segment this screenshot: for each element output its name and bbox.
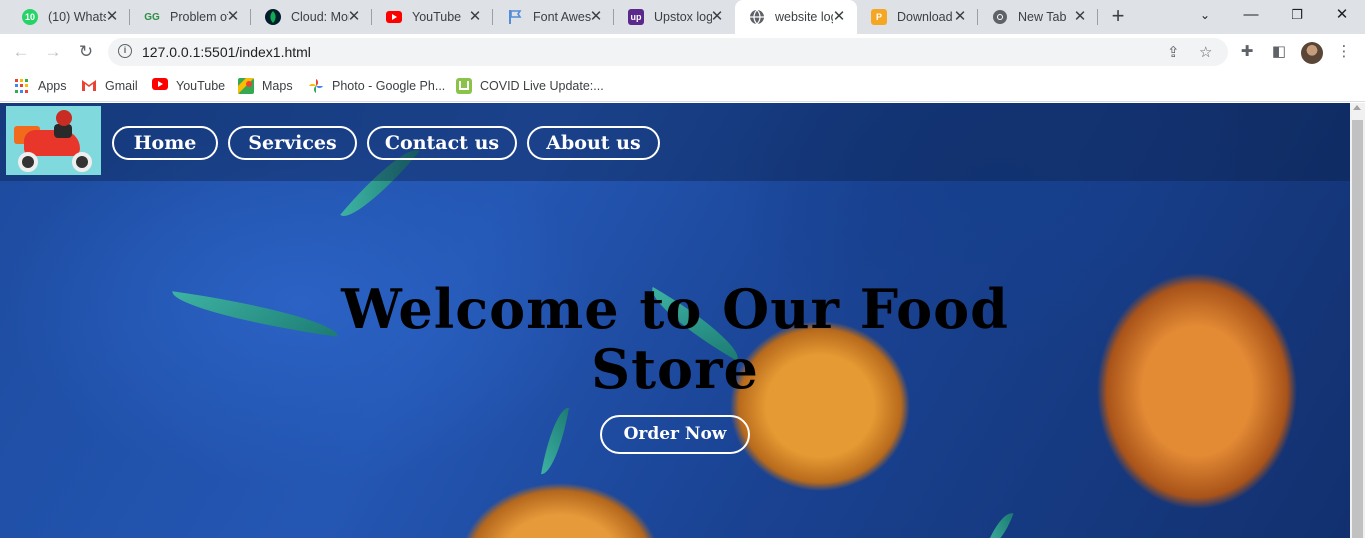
site-navbar: Home Services Contact us About us	[0, 103, 1350, 181]
tab-title: YouTube	[412, 10, 462, 24]
bookmark-label: YouTube	[176, 79, 226, 93]
tab-youtube[interactable]: YouTube ✕	[372, 0, 493, 34]
browser-toolbar: ← → ↻ i 127.0.0.1:5501/index1.html ⇪ ☆ ✚…	[0, 34, 1365, 70]
logo-part	[72, 152, 92, 172]
tab-website-logo[interactable]: website logo ✕	[735, 0, 857, 34]
scrollbar-thumb[interactable]	[1352, 120, 1363, 538]
close-tab-icon[interactable]: ✕	[831, 9, 847, 25]
back-arrow-icon[interactable]: ←	[9, 40, 33, 64]
logo-part	[54, 124, 72, 138]
close-tab-icon[interactable]: ✕	[225, 9, 241, 25]
address-bar[interactable]: i 127.0.0.1:5501/index1.html ⇪ ☆	[108, 38, 1228, 66]
geeksforgeeks-icon: GG	[144, 11, 160, 23]
new-tab-button[interactable]: +	[1106, 5, 1130, 29]
close-tab-icon[interactable]: ✕	[709, 9, 725, 25]
nav-home-button[interactable]: Home	[112, 126, 218, 160]
nav-services-button[interactable]: Services	[228, 126, 357, 160]
url-text[interactable]: 127.0.0.1:5501/index1.html	[142, 44, 311, 60]
globe-icon	[749, 9, 765, 25]
tab-geeksforgeeks[interactable]: GG Problem of the Day ✕	[130, 0, 251, 34]
bookmark-label: COVID Live Update:...	[480, 79, 604, 93]
tab-title: Download	[897, 10, 953, 24]
tab-new-tab[interactable]: New Tab ✕	[978, 0, 1098, 34]
close-tab-icon[interactable]: ✕	[346, 9, 362, 25]
close-tab-icon[interactable]: ✕	[1072, 9, 1088, 25]
tab-title: Problem of the Day	[170, 10, 228, 24]
bookmark-label: Maps	[262, 79, 293, 93]
tab-title: New Tab	[1018, 10, 1067, 24]
nav-about-button[interactable]: About us	[527, 126, 660, 160]
tab-title: website logo	[775, 10, 833, 24]
reload-icon[interactable]: ↻	[74, 40, 98, 64]
close-tab-icon[interactable]: ✕	[467, 9, 483, 25]
more-menu-icon[interactable]: ⋮	[1334, 42, 1354, 62]
tab-separator	[1097, 9, 1098, 25]
bookmark-apps[interactable]: Apps	[14, 76, 67, 96]
logo-part	[18, 152, 38, 172]
flag-icon	[507, 9, 523, 25]
whatsapp-icon: 10	[22, 9, 38, 25]
youtube-icon	[152, 78, 168, 94]
delivery-scooter-logo[interactable]	[6, 106, 101, 175]
bookmark-label: Apps	[38, 79, 67, 93]
gmail-icon	[81, 78, 97, 94]
tab-mongodb[interactable]: Cloud: MongoDB ✕	[251, 0, 372, 34]
bookmark-label: Photo - Google Ph...	[332, 79, 446, 93]
chrome-icon	[992, 9, 1008, 25]
bookmarks-bar: Apps Gmail YouTube Maps Photo - Google P…	[0, 70, 1365, 102]
tab-title: Cloud: MongoDB	[291, 10, 349, 24]
apps-grid-icon	[14, 78, 30, 94]
mongodb-leaf-icon	[265, 9, 281, 25]
close-tab-icon[interactable]: ✕	[952, 9, 968, 25]
side-panel-icon[interactable]: ◧	[1269, 42, 1289, 62]
close-tab-icon[interactable]: ✕	[104, 9, 120, 25]
tab-title: Font Awesome	[533, 10, 591, 24]
bookmark-star-icon[interactable]: ☆	[1199, 43, 1212, 61]
page-scrollbar[interactable]	[1350, 103, 1365, 538]
bookmark-maps[interactable]: Maps	[238, 76, 293, 96]
bookmark-google-photos[interactable]: Photo - Google Ph...	[308, 76, 445, 96]
tab-strip: 10 (10) WhatsApp ✕ GG Problem of the Day…	[0, 0, 1365, 34]
bookmark-gmail[interactable]: Gmail	[81, 76, 138, 96]
tab-font-awesome[interactable]: Font Awesome ✕	[493, 0, 614, 34]
tab-title: (10) WhatsApp	[48, 10, 106, 24]
order-now-button[interactable]: Order Now	[600, 415, 750, 454]
download-site-icon: P	[871, 9, 887, 25]
maps-icon	[238, 78, 254, 94]
close-tab-icon[interactable]: ✕	[588, 9, 604, 25]
tab-search-chevron-icon[interactable]: ⌄	[1182, 0, 1228, 34]
close-window-icon[interactable]: ✕	[1319, 0, 1365, 34]
tab-title: Upstox login	[654, 10, 712, 24]
tab-upstox[interactable]: up Upstox login ✕	[614, 0, 735, 34]
extensions-puzzle-icon[interactable]: ✚	[1237, 42, 1257, 62]
site-info-icon[interactable]: i	[118, 44, 132, 58]
hero-title: Welcome to Our Food Store	[341, 277, 1009, 401]
restore-icon[interactable]: ❐	[1274, 0, 1320, 34]
page-viewport: Home Services Contact us About us Welcom…	[0, 103, 1350, 538]
covid-site-icon	[456, 78, 472, 94]
bookmark-youtube[interactable]: YouTube	[152, 76, 225, 96]
forward-arrow-icon[interactable]: →	[41, 40, 65, 64]
share-icon[interactable]: ⇪	[1167, 43, 1180, 61]
google-photos-icon	[308, 78, 324, 94]
minimize-icon[interactable]: —	[1228, 0, 1274, 34]
nav-contact-button[interactable]: Contact us	[367, 126, 517, 160]
youtube-icon	[386, 9, 402, 25]
bookmark-covid-update[interactable]: COVID Live Update:...	[456, 76, 604, 96]
logo-part	[56, 110, 72, 126]
tab-download[interactable]: P Download ✕	[857, 0, 978, 34]
bookmark-label: Gmail	[105, 79, 138, 93]
tab-whatsapp[interactable]: 10 (10) WhatsApp ✕	[8, 0, 130, 34]
scroll-up-arrow-icon[interactable]	[1353, 105, 1361, 110]
profile-avatar[interactable]	[1301, 42, 1323, 64]
upstox-icon: up	[628, 9, 644, 25]
